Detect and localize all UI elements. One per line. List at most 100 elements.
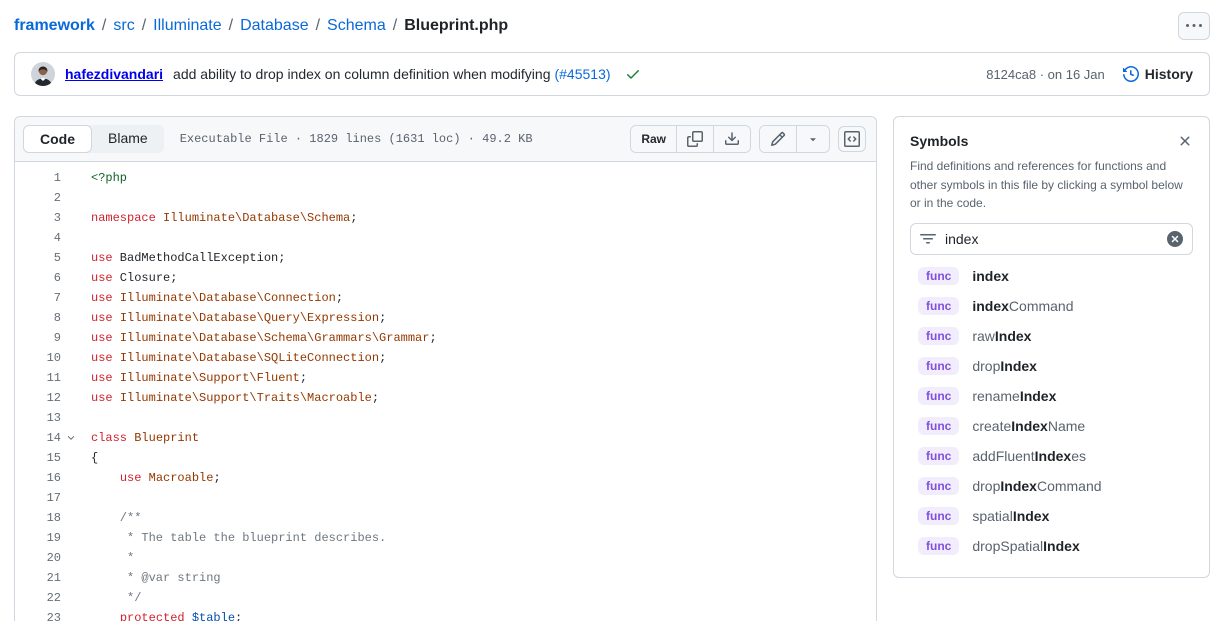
code-line: 12 use Illuminate\Support\Traits\Macroabl… bbox=[15, 388, 876, 408]
raw-button[interactable]: Raw bbox=[631, 126, 676, 152]
search-clear-button[interactable] bbox=[1167, 231, 1183, 247]
line-number[interactable]: 5 bbox=[15, 248, 61, 268]
history-icon bbox=[1123, 66, 1139, 82]
breadcrumb-separator: / bbox=[229, 17, 233, 35]
symbol-name: index bbox=[972, 268, 1009, 284]
breadcrumb-item-illuminate[interactable]: Illuminate bbox=[153, 17, 221, 35]
symbol-item[interactable]: funcdropIndex bbox=[910, 351, 1193, 381]
symbol-item[interactable]: func spatialIndex bbox=[910, 501, 1193, 531]
breadcrumb-item-schema[interactable]: Schema bbox=[327, 17, 386, 35]
code-panel: Code Blame Executable File · 1829 lines … bbox=[14, 116, 877, 621]
line-number[interactable]: 18 bbox=[15, 508, 61, 528]
line-number[interactable]: 15 bbox=[15, 448, 61, 468]
edit-dropdown-button[interactable] bbox=[796, 126, 829, 152]
line-number[interactable]: 2 bbox=[15, 188, 61, 208]
line-content: * bbox=[81, 548, 134, 568]
line-number[interactable]: 9 bbox=[15, 328, 61, 348]
breadcrumb-row: framework/src/Illuminate/Database/Schema… bbox=[14, 8, 1210, 44]
symbol-item[interactable]: funcaddFluentIndexes bbox=[910, 441, 1193, 471]
line-content: use Illuminate\Database\Schema\Grammars\… bbox=[81, 328, 437, 348]
symbol-item[interactable]: funcrenameIndex bbox=[910, 381, 1193, 411]
line-number[interactable]: 16 bbox=[15, 468, 61, 488]
code-line: 5use BadMethodCallException; bbox=[15, 248, 876, 268]
line-number[interactable]: 23 bbox=[15, 608, 61, 621]
fold-spacer bbox=[61, 548, 81, 568]
fold-spacer bbox=[61, 288, 81, 308]
line-number[interactable]: 4 bbox=[15, 228, 61, 248]
more-options-button[interactable] bbox=[1178, 12, 1210, 40]
line-number[interactable]: 8 bbox=[15, 308, 61, 328]
line-number[interactable]: 14 bbox=[15, 428, 61, 448]
line-content: use Closure; bbox=[81, 268, 177, 288]
tab-code[interactable]: Code bbox=[23, 125, 92, 153]
commit-author[interactable]: hafezdivandari bbox=[65, 66, 163, 82]
line-number[interactable]: 20 bbox=[15, 548, 61, 568]
fold-spacer bbox=[61, 328, 81, 348]
fold-spacer bbox=[61, 168, 81, 188]
edit-group bbox=[759, 125, 830, 153]
symbol-item[interactable]: funcindexCommand bbox=[910, 291, 1193, 321]
symbol-item[interactable]: funcdropSpatialIndex bbox=[910, 531, 1193, 561]
history-button[interactable]: History bbox=[1123, 66, 1193, 82]
line-number[interactable]: 3 bbox=[15, 208, 61, 228]
commit-pr-link[interactable]: (#45513) bbox=[554, 66, 610, 82]
line-number[interactable]: 19 bbox=[15, 528, 61, 548]
commit-status[interactable] bbox=[625, 66, 641, 82]
commit-meta: 8124ca8 · on 16 Jan History bbox=[986, 66, 1193, 82]
symbols-title: Symbols bbox=[910, 133, 968, 149]
breadcrumb-item-src[interactable]: src bbox=[113, 17, 134, 35]
breadcrumb-separator: / bbox=[102, 17, 106, 35]
fold-spacer bbox=[61, 528, 81, 548]
line-number[interactable]: 1 bbox=[15, 168, 61, 188]
line-content: /** bbox=[81, 508, 141, 528]
commit-sha-date[interactable]: 8124ca8 · on 16 Jan bbox=[986, 67, 1105, 82]
symbol-item[interactable]: funccreateIndexName bbox=[910, 411, 1193, 441]
symbol-item[interactable]: funcindex bbox=[910, 261, 1193, 291]
line-content bbox=[81, 228, 91, 248]
commit-message[interactable]: add ability to drop index on column defi… bbox=[173, 66, 550, 82]
fold-spacer bbox=[61, 208, 81, 228]
line-content: use Illuminate\Support\Traits\Macroable; bbox=[81, 388, 379, 408]
code-square-icon bbox=[844, 131, 860, 147]
copy-button[interactable] bbox=[676, 126, 713, 152]
breadcrumb-item-framework[interactable]: framework bbox=[14, 17, 95, 35]
line-number[interactable]: 6 bbox=[15, 268, 61, 288]
avatar[interactable] bbox=[31, 62, 55, 86]
history-label: History bbox=[1145, 66, 1193, 82]
line-content: protected $table; bbox=[81, 608, 242, 621]
check-icon bbox=[625, 66, 641, 82]
fold-spacer bbox=[61, 388, 81, 408]
code-line: 18 /** bbox=[15, 508, 876, 528]
line-number[interactable]: 12 bbox=[15, 388, 61, 408]
line-number[interactable]: 7 bbox=[15, 288, 61, 308]
download-button[interactable] bbox=[713, 126, 750, 152]
code-line: 23 protected $table; bbox=[15, 608, 876, 621]
line-number[interactable]: 11 bbox=[15, 368, 61, 388]
symbol-item[interactable]: funcdropIndexCommand bbox=[910, 471, 1193, 501]
breadcrumb-item-database[interactable]: Database bbox=[240, 17, 309, 35]
symbols-search-box[interactable]: index bbox=[910, 223, 1193, 255]
line-number[interactable]: 21 bbox=[15, 568, 61, 588]
fold-spacer bbox=[61, 468, 81, 488]
symbols-search-input[interactable]: index bbox=[945, 231, 1158, 247]
symbol-kind-badge: func bbox=[918, 507, 959, 525]
symbol-name: dropIndex bbox=[972, 358, 1037, 374]
x-circle-icon bbox=[1167, 231, 1183, 247]
symbol-item[interactable]: funcrawIndex bbox=[910, 321, 1193, 351]
breadcrumb-separator: / bbox=[142, 17, 146, 35]
tab-blame[interactable]: Blame bbox=[92, 125, 164, 153]
line-number[interactable]: 17 bbox=[15, 488, 61, 508]
line-number[interactable]: 13 bbox=[15, 408, 61, 428]
code-blame-switch: Code Blame bbox=[23, 125, 164, 153]
symbols-close-button[interactable] bbox=[1177, 133, 1193, 149]
fold-toggle-chevron-down-icon[interactable] bbox=[61, 428, 81, 448]
line-number[interactable]: 22 bbox=[15, 588, 61, 608]
fold-spacer bbox=[61, 408, 81, 428]
latest-commit-bar: hafezdivandari add ability to drop index… bbox=[14, 52, 1210, 96]
symbol-name: renameIndex bbox=[972, 388, 1056, 404]
line-number[interactable]: 10 bbox=[15, 348, 61, 368]
edit-button[interactable] bbox=[760, 126, 796, 152]
symbol-kind-badge: func bbox=[918, 477, 959, 495]
symbols-toggle-button[interactable] bbox=[838, 126, 866, 152]
symbol-name: spatialIndex bbox=[972, 508, 1049, 524]
